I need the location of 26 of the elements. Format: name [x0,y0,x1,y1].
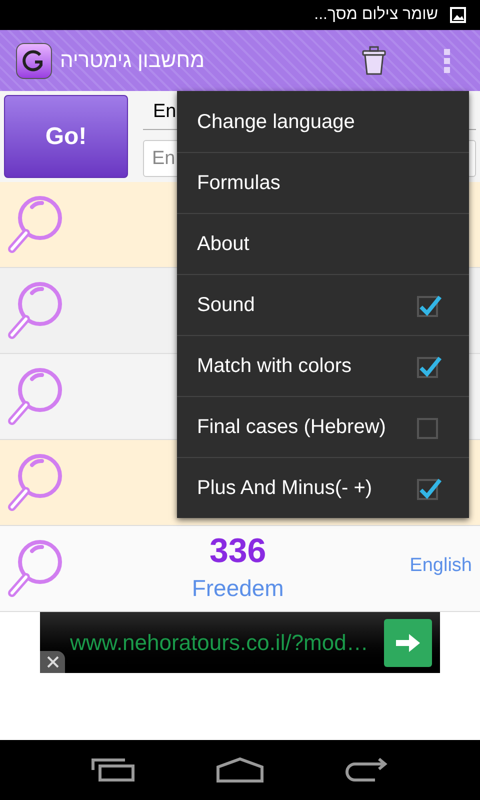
ad-go-button[interactable] [384,618,432,666]
menu-item[interactable]: Sound [177,274,469,335]
menu-item[interactable]: Match with colors [177,335,469,396]
ad-url[interactable]: www.nehoratours.co.il/?mod… [70,626,368,659]
gematria-value: 336 [209,531,266,572]
go-button[interactable]: Go! [4,95,128,178]
back-icon[interactable] [345,758,390,782]
arrow-right-icon [395,632,421,652]
close-icon [46,656,58,668]
menu-item[interactable]: About [177,213,469,274]
menu-item[interactable]: Formulas [177,152,469,213]
ad-close-button[interactable] [40,651,65,673]
menu-item[interactable]: Change language [177,91,469,152]
menu-item[interactable]: Plus And Minus(- +) [177,457,469,518]
trash-icon[interactable] [362,46,386,76]
image-icon [450,7,466,23]
result-row[interactable]: 336 Freedem English [0,526,480,612]
app-title: מחשבון גימטריה [60,48,204,74]
recent-apps-icon[interactable] [90,758,135,782]
language-text: English [410,554,472,578]
notification-text: שומר צילום מסך... [314,5,438,25]
menu-item[interactable]: Final cases (Hebrew) [177,396,469,457]
app-logo-icon [16,42,52,78]
ad-banner[interactable]: www.nehoratours.co.il/?mod… [40,612,440,673]
word-text: Freedem [192,574,284,604]
home-icon[interactable] [216,757,264,783]
